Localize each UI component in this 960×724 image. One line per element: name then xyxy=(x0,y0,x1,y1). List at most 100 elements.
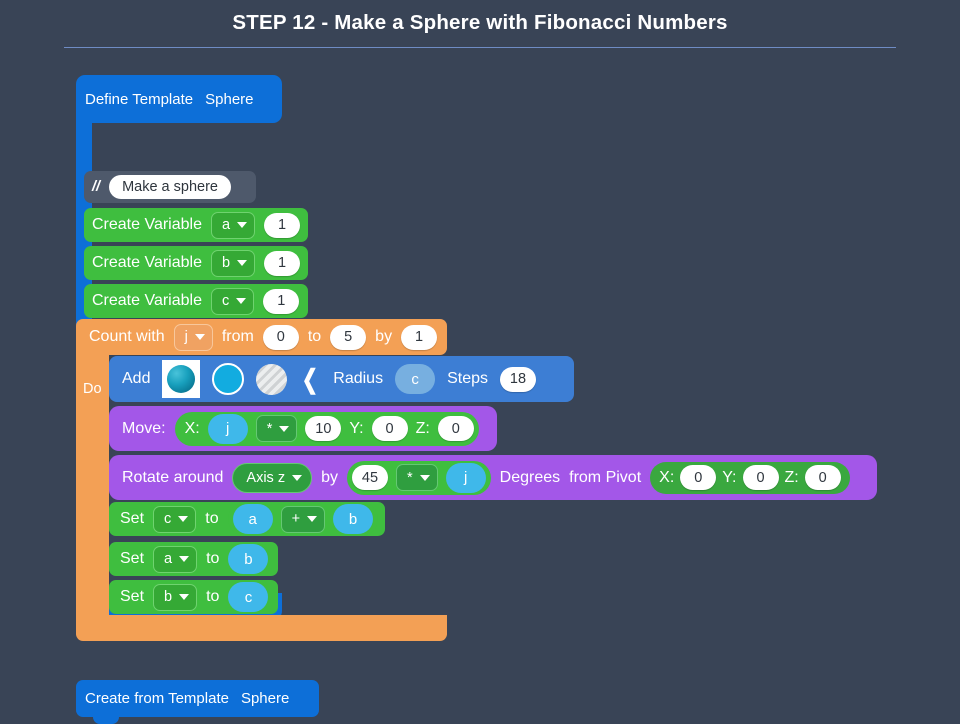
pivot-z-field[interactable]: 0 xyxy=(804,465,841,490)
set-operator-dropdown[interactable]: + xyxy=(280,505,326,533)
steps-label: Steps xyxy=(447,370,488,387)
move-x-operand-b[interactable]: 10 xyxy=(305,416,342,441)
rotate-units-label: Degrees xyxy=(499,468,561,486)
loop-variable-value: j xyxy=(184,329,188,345)
rotate-keyword: Rotate around xyxy=(122,468,224,486)
set-variable-block[interactable]: Set c to a + b xyxy=(109,502,385,536)
chevron-down-icon xyxy=(236,298,247,304)
set-keyword: Set xyxy=(120,588,145,605)
set-operand-a[interactable]: a xyxy=(232,504,273,534)
set-variable-block[interactable]: Set a to b xyxy=(109,542,278,576)
set-variable-block[interactable]: Set b to c xyxy=(109,580,278,614)
chevron-down-icon xyxy=(194,334,205,340)
loop-by-label: by xyxy=(375,328,393,345)
block-workspace[interactable]: Define Template Sphere // Make a sphere … xyxy=(0,50,960,724)
create-from-template-name[interactable]: Sphere xyxy=(241,690,289,707)
create-variable-block[interactable]: Create Variable a 1 xyxy=(84,208,308,242)
loop-from-field[interactable]: 0 xyxy=(262,324,299,350)
variable-initial-value-field[interactable]: 1 xyxy=(263,288,300,314)
chevron-down-icon xyxy=(179,556,190,562)
steps-field[interactable]: 18 xyxy=(500,366,536,392)
count-loop-header[interactable]: Count with j from 0 to 5 by 1 xyxy=(76,319,447,355)
create-variable-keyword: Create Variable xyxy=(92,216,202,233)
create-from-template-block[interactable]: Create from Template Sphere xyxy=(76,680,319,724)
variable-initial-value-field[interactable]: 1 xyxy=(264,250,301,276)
chevron-down-icon xyxy=(279,425,290,432)
move-block[interactable]: Move: X: j * 10 Y: 0 Z: 0 xyxy=(109,406,497,451)
add-shape-block[interactable]: Add ❮ Radius c Steps 18 xyxy=(109,356,574,402)
move-x-operator-dropdown[interactable]: * xyxy=(255,415,298,442)
rotate-angle-expression[interactable]: 45 * j xyxy=(346,460,491,495)
chevron-left-icon[interactable]: ❮ xyxy=(302,366,318,392)
chevron-down-icon xyxy=(307,516,318,522)
create-variable-block[interactable]: Create Variable b 1 xyxy=(84,246,308,280)
create-variable-keyword: Create Variable xyxy=(92,292,202,309)
set-variable-dropdown[interactable]: b xyxy=(153,583,198,611)
variable-name-value: c xyxy=(221,293,230,309)
pivot-y-field[interactable]: 0 xyxy=(742,465,779,490)
set-operator-value: + xyxy=(291,511,301,527)
loop-by-field[interactable]: 1 xyxy=(401,324,438,350)
set-variable-value: a xyxy=(164,551,173,567)
pivot-x-label: X: xyxy=(659,468,675,486)
loop-to-field[interactable]: 5 xyxy=(330,324,367,350)
chevron-down-icon xyxy=(292,474,303,481)
comment-marker: // xyxy=(92,179,101,195)
pivot-z-label: Z: xyxy=(784,468,799,486)
rotate-angle-operand-a[interactable]: 45 xyxy=(351,465,388,490)
set-operand-a[interactable]: b xyxy=(228,544,269,574)
loop-do-label: Do xyxy=(83,381,102,397)
set-value-expression[interactable]: a + b xyxy=(227,502,379,536)
set-to-label: to xyxy=(206,550,220,567)
pivot-y-label: Y: xyxy=(722,468,737,486)
solid-sphere-icon[interactable] xyxy=(162,360,201,398)
variable-name-dropdown[interactable]: c xyxy=(210,287,255,315)
hatched-sphere-icon[interactable] xyxy=(256,363,288,395)
define-block-header[interactable]: Define Template Sphere xyxy=(76,75,282,123)
move-z-label: Z: xyxy=(415,419,430,437)
rotate-by-label: by xyxy=(321,468,338,486)
loop-from-label: from xyxy=(221,328,254,345)
set-to-label: to xyxy=(205,510,219,527)
chevron-down-icon xyxy=(237,260,248,266)
rotate-angle-operand-b[interactable]: j xyxy=(445,462,486,493)
rotate-axis-dropdown[interactable]: Axis z xyxy=(232,462,313,493)
title-divider xyxy=(64,47,896,48)
rotate-angle-operator-dropdown[interactable]: * xyxy=(395,464,438,491)
loop-variable-dropdown[interactable]: j xyxy=(173,323,213,351)
count-loop-keyword: Count with xyxy=(89,328,165,345)
set-operand-b[interactable]: b xyxy=(333,504,374,534)
rotate-block[interactable]: Rotate around Axis z by 45 * j Degrees f… xyxy=(109,455,877,500)
variable-name-dropdown[interactable]: a xyxy=(210,211,256,239)
set-operand-a[interactable]: c xyxy=(228,582,269,612)
move-z-field[interactable]: 0 xyxy=(437,416,474,441)
set-variable-dropdown[interactable]: a xyxy=(153,545,198,573)
variable-name-dropdown[interactable]: b xyxy=(210,249,256,277)
create-block-bottom-notch xyxy=(93,717,119,724)
set-variable-value: b xyxy=(164,589,173,605)
comment-text-field[interactable]: Make a sphere xyxy=(109,175,231,199)
move-x-expression[interactable]: X: j * 10 Y: 0 Z: 0 xyxy=(174,411,479,446)
define-template-name[interactable]: Sphere xyxy=(205,91,253,108)
create-from-template-keyword: Create from Template xyxy=(85,690,229,707)
set-variable-value: c xyxy=(164,511,172,527)
set-to-label: to xyxy=(206,588,220,605)
move-y-field[interactable]: 0 xyxy=(371,416,408,441)
radius-variable-value[interactable]: c xyxy=(395,364,436,394)
set-variable-dropdown[interactable]: c xyxy=(153,505,197,533)
move-x-label: X: xyxy=(184,419,200,437)
radius-label: Radius xyxy=(333,370,384,387)
rotate-pivot-group[interactable]: X: 0 Y: 0 Z: 0 xyxy=(650,461,850,494)
move-x-operand-a[interactable]: j xyxy=(207,413,248,444)
add-shape-keyword: Add xyxy=(122,370,151,387)
create-variable-block[interactable]: Create Variable c 1 xyxy=(84,284,308,318)
pivot-x-field[interactable]: 0 xyxy=(680,465,717,490)
count-loop-footer xyxy=(76,615,447,641)
outline-sphere-icon[interactable] xyxy=(212,363,245,395)
set-keyword: Set xyxy=(120,550,145,567)
comment-block[interactable]: // Make a sphere xyxy=(84,171,256,203)
chevron-down-icon xyxy=(179,594,190,600)
create-variable-keyword: Create Variable xyxy=(92,254,202,271)
rotate-pivot-label: from Pivot xyxy=(569,468,642,486)
variable-initial-value-field[interactable]: 1 xyxy=(264,212,301,238)
